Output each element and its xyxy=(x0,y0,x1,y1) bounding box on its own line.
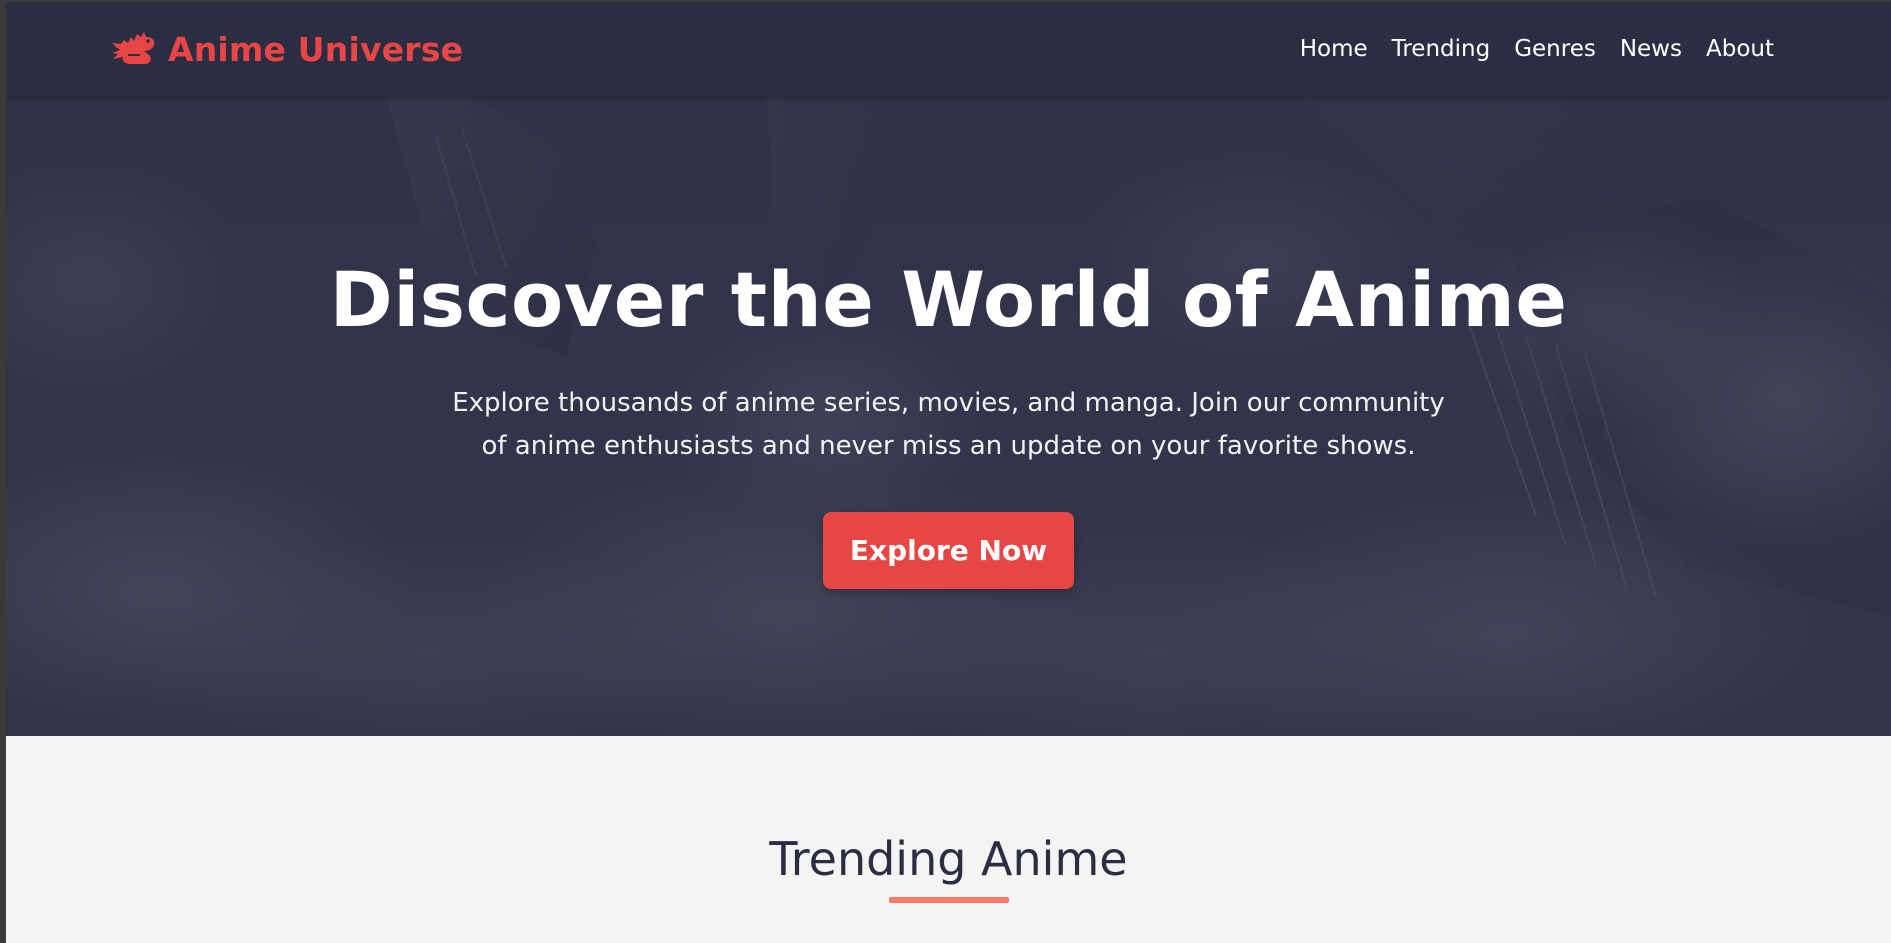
hero-content: Discover the World of Anime Explore thou… xyxy=(6,96,1891,736)
nav-link-home[interactable]: Home xyxy=(1300,36,1368,62)
nav-link-news[interactable]: News xyxy=(1620,36,1682,62)
hero-subtitle: Explore thousands of anime series, movie… xyxy=(452,387,1445,461)
explore-now-button[interactable]: Explore Now xyxy=(823,511,1074,589)
main-nav: Home Trending Genres News About xyxy=(1300,36,1774,62)
hero-section: Discover the World of Anime Explore thou… xyxy=(6,96,1891,736)
brand-logo[interactable]: Anime Universe xyxy=(110,29,463,69)
nav-link-genres[interactable]: Genres xyxy=(1514,36,1596,62)
nav-link-about[interactable]: About xyxy=(1706,36,1774,62)
dragon-icon xyxy=(112,32,155,64)
brand-name: Anime Universe xyxy=(168,29,464,69)
browser-viewport: Anime Universe Home Trending Genres News… xyxy=(6,2,1891,943)
section-title: Trending Anime xyxy=(769,832,1128,886)
trending-section: Trending Anime xyxy=(6,736,1891,943)
navbar: Anime Universe Home Trending Genres News… xyxy=(6,2,1891,96)
nav-link-trending[interactable]: Trending xyxy=(1392,36,1491,62)
hero-title: Discover the World of Anime xyxy=(329,255,1568,344)
title-underline xyxy=(889,897,1009,903)
